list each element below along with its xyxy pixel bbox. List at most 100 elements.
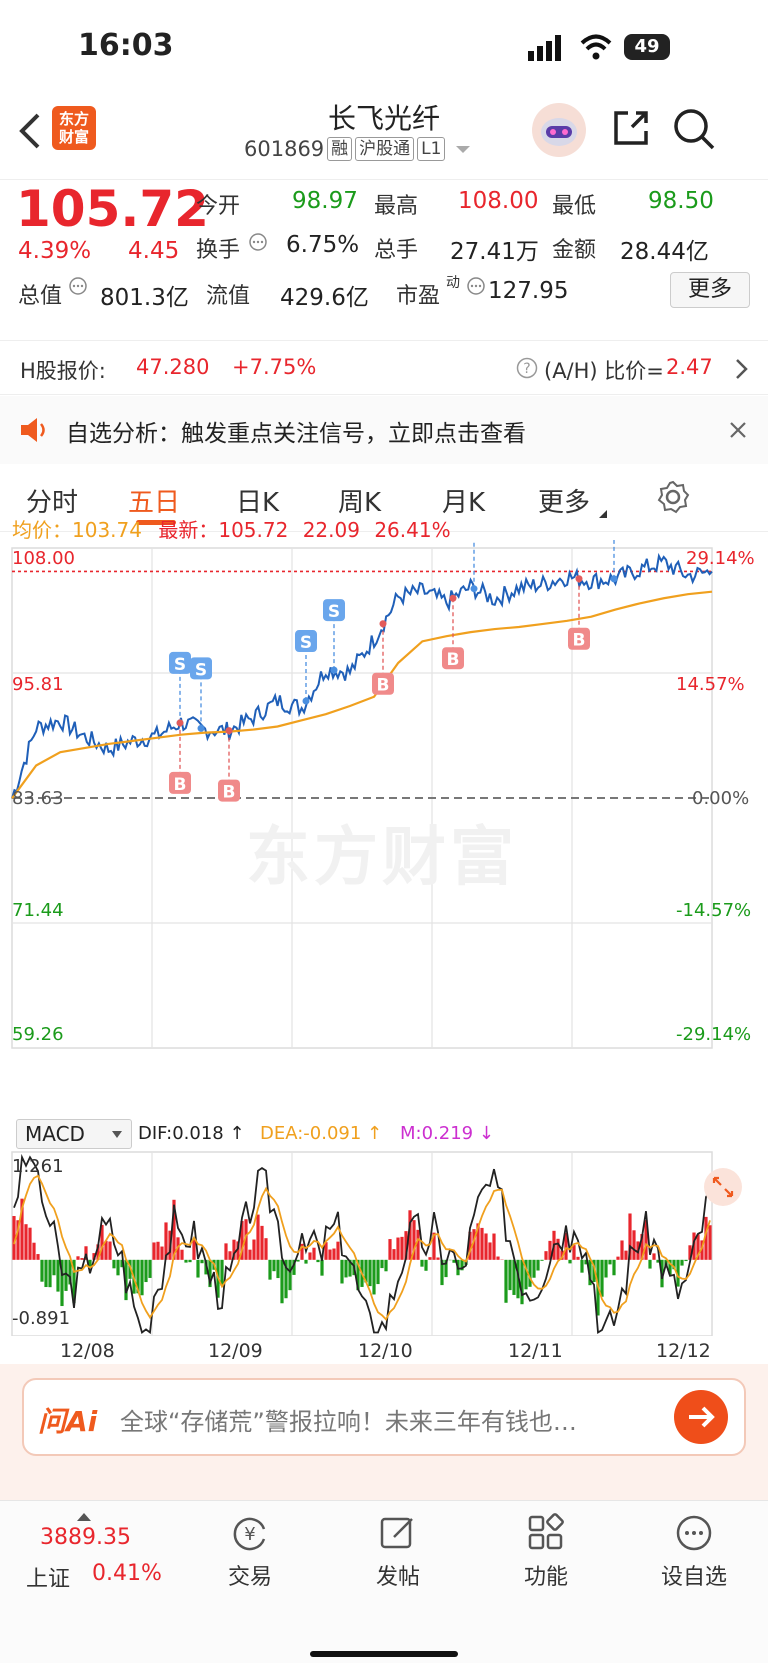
chip-margin: 融 [327, 137, 353, 161]
info-icon[interactable] [248, 232, 268, 256]
tab-more[interactable]: 更多 [538, 482, 590, 519]
avg-price-line [11, 590, 713, 799]
macd-histogram-bar [116, 1259, 120, 1276]
volume-value: 27.41万 [450, 239, 539, 265]
svg-text:?: ? [523, 361, 530, 377]
current-price: 105.72 [16, 180, 209, 238]
expand-icon[interactable] [704, 1168, 742, 1206]
nav-add-watchlist[interactable]: 设自选 [624, 1513, 764, 1591]
latest-pct: 26.41% [374, 518, 451, 542]
macd-histogram-bar [428, 1257, 432, 1260]
amount-value: 28.44亿 [620, 239, 709, 265]
edit-icon [380, 1517, 413, 1549]
robot-avatar-icon[interactable] [532, 103, 586, 157]
apps-icon [528, 1513, 564, 1550]
macd-histogram-bar [612, 1259, 616, 1276]
share-icon[interactable] [610, 107, 652, 153]
nav-functions[interactable]: 功能 [476, 1513, 616, 1591]
macd-histogram-bar [436, 1257, 440, 1260]
buy-marker-label: B [447, 650, 460, 670]
latest-value: 105.72 [218, 518, 289, 542]
buy-marker-label: B [377, 676, 390, 696]
sell-marker-label: S [174, 655, 186, 675]
nav-trade-label: 交易 [227, 1565, 272, 1590]
y-left-tick: 108.00 [12, 548, 75, 569]
nav-add-watchlist-label: 设自选 [660, 1565, 727, 1590]
pe-value: 127.95 [488, 278, 569, 304]
macd-histogram-bar [400, 1236, 404, 1260]
sell-marker-label: S [328, 602, 340, 622]
quote-panel: 105.72 4.39% 4.45 今开 98.97 最高 108.00 最低 … [0, 180, 768, 340]
y-right-tick: -29.14% [676, 1024, 752, 1045]
float-label: 流值 [206, 284, 251, 309]
macd-histogram-bar [312, 1247, 316, 1260]
macd-histogram-bar [272, 1259, 276, 1272]
info-icon[interactable] [68, 276, 88, 300]
macd-histogram-bar [708, 1225, 712, 1260]
x-tick: 12/11 [508, 1340, 563, 1362]
change-value: 4.45 [128, 238, 180, 264]
nav-post[interactable]: 发帖 [328, 1513, 468, 1591]
status-time: 16:03 [78, 28, 174, 63]
nav-trade[interactable]: ¥ 交易 [180, 1513, 320, 1591]
trade-icon: ¥ [233, 1517, 266, 1551]
high-label: 最高 [374, 194, 419, 219]
alert-text: 自选分析：触发重点关注信号，立即点击查看 [66, 421, 526, 447]
macd-histogram-bar [32, 1242, 36, 1260]
macd-histogram-bar [624, 1250, 628, 1260]
macd-histogram-bar [80, 1258, 84, 1260]
info-icon[interactable] [466, 276, 486, 300]
macd-histogram-bar [44, 1259, 48, 1288]
sell-marker-label: S [468, 540, 480, 541]
macd-histogram-bar [196, 1259, 200, 1278]
macd-dif: DIF:0.018 ↑ [138, 1123, 245, 1144]
marker-dot [470, 585, 478, 593]
watermark: 东方财富 [246, 821, 518, 895]
macd-histogram-bar [536, 1259, 540, 1271]
h-share-label: H股报价: [20, 359, 106, 383]
marker-dot [449, 594, 457, 602]
help-icon[interactable]: ? [516, 357, 538, 383]
macd-histogram-bar [492, 1233, 496, 1260]
analysis-alert[interactable]: 自选分析：触发重点关注信号，立即点击查看 [0, 396, 768, 464]
macd-histogram-bar [148, 1259, 152, 1278]
chevron-right-icon [734, 357, 750, 385]
pe-sup: 动 [446, 275, 460, 291]
macd-chart[interactable] [0, 1150, 768, 1336]
macd-histogram-bar [48, 1259, 52, 1288]
macd-histogram-bar [504, 1259, 508, 1303]
arrow-right-icon[interactable] [674, 1390, 728, 1444]
sell-marker-label: S [300, 633, 312, 653]
macd-histogram-bar [200, 1259, 204, 1264]
indicator-name: MACD [25, 1122, 85, 1146]
macd-histogram-bar [260, 1225, 264, 1260]
more-button[interactable]: 更多 [670, 272, 750, 308]
dropdown-icon[interactable] [453, 142, 473, 156]
search-icon[interactable] [672, 107, 716, 155]
macd-histogram-bar [192, 1239, 196, 1260]
macd-histogram-bar [160, 1246, 164, 1260]
marker-dot [575, 575, 583, 583]
macd-histogram-bar [652, 1253, 656, 1260]
close-icon[interactable] [728, 420, 748, 444]
macd-histogram-bar [416, 1229, 420, 1260]
macd-histogram-bar [384, 1259, 388, 1272]
chart-info: 均价：103.74 最新：105.72 22.09 26.41% [12, 514, 451, 543]
gear-icon[interactable] [656, 480, 690, 518]
macd-histogram-bar [112, 1259, 116, 1269]
stock-code: 601869 [244, 137, 325, 161]
h-share-row[interactable]: H股报价: 47.280 +7.75% ? (A/H) 比价= 2.47 [0, 340, 768, 395]
y-left-tick: 59.26 [12, 1024, 64, 1045]
macd-histogram-bar [28, 1227, 32, 1260]
low-value: 98.50 [648, 188, 714, 214]
macd-histogram-bar [608, 1259, 612, 1265]
dropdown-icon [112, 1131, 122, 1138]
macd-histogram-bar [40, 1259, 44, 1282]
price-line [11, 552, 713, 799]
marker-dot [610, 575, 618, 583]
ai-search-bar[interactable]: 问Ai 全球“存储荒”警报拉响！未来三年有钱也… [22, 1378, 746, 1456]
macd-histogram-bar [256, 1214, 260, 1260]
buy-marker-label: B [223, 783, 236, 803]
macd-histogram-bar [600, 1259, 604, 1297]
indicator-select[interactable]: MACD [16, 1119, 132, 1149]
